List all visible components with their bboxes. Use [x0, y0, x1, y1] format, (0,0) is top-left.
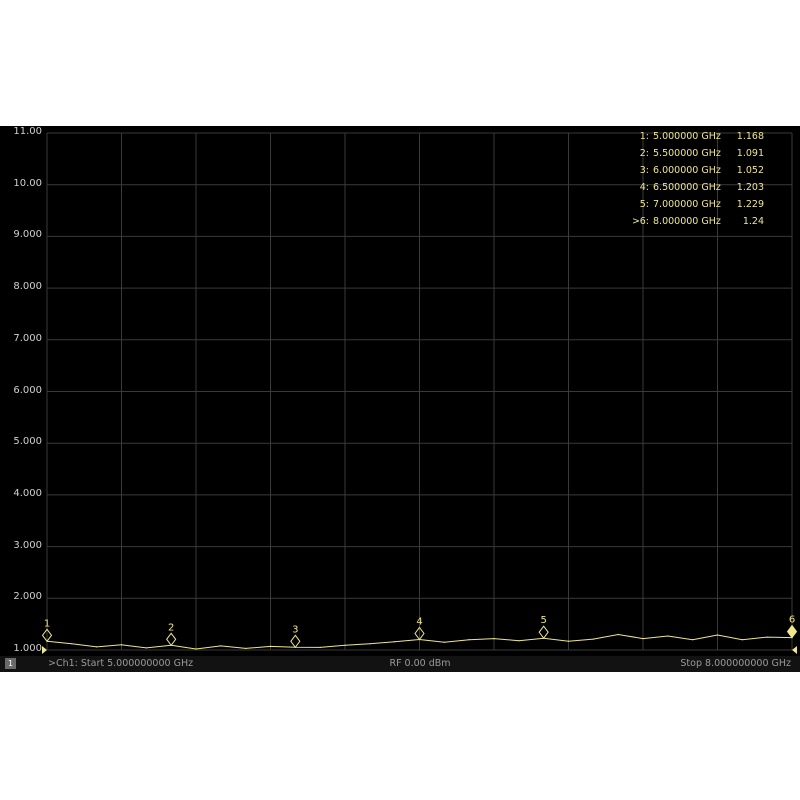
marker-row-2[interactable]: 2: 5.500000 GHz 1.091: [628, 145, 764, 162]
trace-point: [319, 646, 321, 649]
marker-row-4[interactable]: 4: 6.500000 GHz 1.203: [628, 179, 764, 196]
trace-point: [443, 641, 445, 643]
trace-point: [344, 644, 346, 646]
trace-point: [642, 638, 644, 640]
marker-frequency: 6.000000 GHz: [653, 165, 721, 176]
channel-badge[interactable]: 1: [5, 658, 16, 669]
marker-id: 4:: [639, 182, 649, 193]
trace-point: [245, 647, 247, 650]
marker-row-3[interactable]: 3: 6.000000 GHz 1.052: [628, 162, 764, 179]
marker-frequency: 8.000000 GHz: [653, 216, 721, 227]
marker-frequency: 6.500000 GHz: [653, 182, 721, 193]
trace-point: [741, 639, 743, 641]
rf-power-label[interactable]: RF 0.00 dBm: [340, 657, 500, 671]
marker-value: 1.168: [736, 131, 764, 142]
trace-point: [667, 635, 669, 637]
y-tick-label: 2.000: [13, 591, 42, 603]
vna-screen: 1 2 3 4 5 6 11.00 10.00 9.000 8.000 7.000 6.000 5.0…: [0, 126, 800, 672]
marker-id: 1:: [639, 131, 649, 142]
trace-point: [692, 639, 694, 641]
y-tick-label: 11.00: [13, 126, 42, 137]
trace-point: [716, 634, 719, 636]
stop-edge-indicator: [792, 646, 797, 654]
marker-6-diamond: [786, 624, 798, 639]
y-tick-label: 10.00: [13, 177, 42, 189]
marker-3-label: 3: [292, 624, 298, 635]
marker-5-diamond: [538, 625, 549, 639]
y-tick-label: 1.000: [13, 643, 42, 654]
trace-point: [518, 640, 520, 642]
marker-id: 3:: [639, 165, 649, 176]
trace-point: [592, 638, 594, 640]
trace-point: [394, 641, 396, 643]
marker-id: 5:: [639, 199, 649, 210]
marker-6-label: 6: [789, 615, 795, 626]
marker-2-label: 2: [168, 622, 174, 633]
trace-point: [766, 636, 768, 638]
y-tick-label: 9.000: [13, 229, 42, 241]
marker-row-5[interactable]: 5: 7.000000 GHz 1.229: [628, 196, 764, 213]
marker-readout-table: 1: 5.000000 GHz 1.168 2: 5.500000 GHz 1.…: [628, 128, 764, 230]
y-tick-label: 8.000: [13, 281, 42, 293]
marker-row-1[interactable]: 1: 5.000000 GHz 1.168: [628, 128, 764, 145]
y-tick-label: 3.000: [13, 539, 42, 551]
marker-value: 1.203: [736, 182, 764, 193]
trace-point: [493, 638, 495, 640]
marker-frequency: 5.000000 GHz: [653, 131, 721, 142]
marker-id: 6:: [639, 216, 649, 227]
trace-point: [369, 643, 371, 645]
trace-point: [120, 644, 123, 646]
marker-value: 1.229: [736, 199, 764, 210]
status-bar: 1 >Ch1: Start 5.000000000 GHz RF 0.00 dB…: [0, 656, 800, 672]
marker-frequency: 7.000000 GHz: [653, 199, 721, 210]
marker-3-diamond: [290, 634, 301, 649]
trace-point: [617, 633, 619, 636]
y-tick-label: 7.000: [13, 332, 42, 344]
y-tick-label: 4.000: [13, 487, 42, 499]
marker-value: 1.052: [736, 165, 764, 176]
y-tick-label: 6.000: [13, 384, 42, 396]
y-tick-label: 5.000: [13, 436, 42, 448]
marker-frequency: 5.500000 GHz: [653, 148, 721, 159]
marker-value: 1.091: [736, 148, 764, 159]
marker-4-label: 4: [416, 617, 422, 628]
trace-point: [567, 640, 570, 642]
trace-point: [220, 645, 222, 647]
marker-value: 1.24: [742, 216, 764, 227]
trace-point: [71, 643, 73, 645]
marker-2-diamond: [166, 632, 177, 647]
marker-1-label: 1: [44, 618, 50, 629]
start-edge-indicator: [42, 646, 47, 654]
marker-row-6[interactable]: > 6: 8.000000 GHz 1.24: [628, 213, 764, 230]
start-frequency-label[interactable]: >Ch1: Start 5.000000000 GHz: [48, 657, 193, 671]
trace-point: [195, 648, 197, 650]
trace-point: [468, 639, 470, 641]
trace-point: [96, 646, 98, 648]
stop-frequency-label[interactable]: Stop 8.000000000 GHz: [680, 657, 791, 671]
trace-point: [269, 645, 272, 647]
marker-id: 2:: [639, 148, 649, 159]
marker-5-label: 5: [540, 615, 546, 626]
trace-point: [145, 647, 147, 649]
